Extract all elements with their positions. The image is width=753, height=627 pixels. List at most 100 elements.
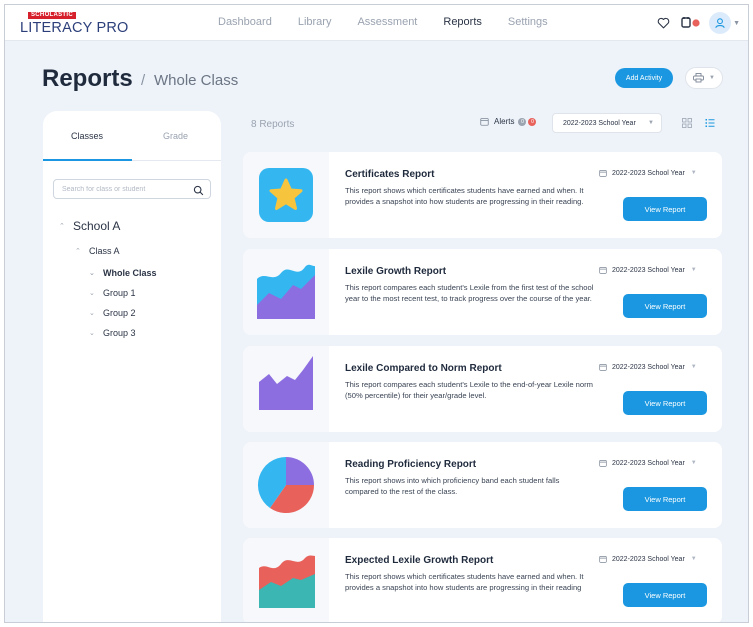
nav-settings[interactable]: Settings: [508, 16, 548, 28]
tree-item-label: Class A: [89, 246, 120, 256]
chevron-up-icon: ⌃: [59, 223, 65, 230]
print-button[interactable]: ▼: [685, 67, 723, 89]
tree-item-group-2[interactable]: ⌄ Group 2: [89, 308, 136, 318]
expected-growth-icon: [259, 555, 315, 608]
list-view-icon[interactable]: [701, 114, 719, 132]
grid-view-icon[interactable]: [678, 114, 696, 132]
sidebar-tabs: Classes Grade: [43, 111, 221, 161]
report-description: This report shows which certificates stu…: [345, 186, 584, 206]
heart-icon[interactable]: [653, 13, 673, 33]
tree-item-class[interactable]: ⌃ Class A: [75, 246, 120, 256]
page-title: Reports: [42, 65, 133, 92]
report-thumbnail: [243, 346, 329, 432]
tree-item-label: School A: [73, 219, 121, 233]
report-year-value: 2022-2023 School Year: [612, 555, 685, 563]
logo-text: LITERACY PRO: [20, 20, 129, 36]
report-year-value: 2022-2023 School Year: [612, 459, 685, 467]
tree-item-label: Whole Class: [103, 268, 157, 278]
alerts-label: Alerts: [494, 117, 515, 126]
tree-item-group-1[interactable]: ⌄ Group 1: [89, 288, 136, 298]
tree-item-label: Group 3: [103, 328, 136, 338]
logo[interactable]: SCHOLASTIC LITERACY PRO: [20, 12, 140, 38]
class-sidebar: Classes Grade ⌃ School A ⌃ Class A ⌄ Who…: [43, 111, 221, 622]
user-menu[interactable]: ▼: [709, 12, 740, 34]
report-card-expected-growth: Expected Lexile Growth Report This repor…: [243, 538, 722, 622]
tab-grade[interactable]: Grade: [163, 131, 188, 141]
add-activity-button[interactable]: Add Activity: [615, 68, 673, 88]
pie-chart-icon: [257, 456, 314, 514]
growth-chart-icon: [257, 264, 315, 319]
report-year-value: 2022-2023 School Year: [612, 266, 685, 274]
main-nav: Dashboard Library Assessment Reports Set…: [218, 16, 574, 28]
view-report-button[interactable]: View Report: [623, 583, 707, 607]
nav-assessment[interactable]: Assessment: [357, 16, 417, 28]
tree-item-label: Group 2: [103, 308, 136, 318]
report-card-certificates: Certificates Report This report shows wh…: [243, 152, 722, 238]
school-year-value: 2022-2023 School Year: [563, 120, 636, 127]
chevron-down-icon: ▼: [709, 75, 715, 81]
view-report-button[interactable]: View Report: [623, 294, 707, 318]
tree-item-group-3[interactable]: ⌄ Group 3: [89, 328, 136, 338]
calendar-icon: [599, 459, 607, 467]
printer-icon: [693, 73, 704, 83]
notification-icon[interactable]: [679, 13, 703, 33]
report-thumbnail: [243, 442, 329, 528]
report-year-select[interactable]: 2022-2023 School Year ▼: [599, 169, 697, 177]
class-search: [53, 179, 211, 199]
nav-library[interactable]: Library: [298, 16, 332, 28]
report-title: Lexile Compared to Norm Report: [345, 363, 502, 374]
view-report-button[interactable]: View Report: [623, 197, 707, 221]
chevron-down-icon: ⌄: [89, 270, 95, 277]
chevron-up-icon: ⌃: [75, 248, 81, 255]
tree-item-label: Group 1: [103, 288, 136, 298]
avatar[interactable]: [709, 12, 732, 34]
chevron-down-icon: ▼: [648, 120, 654, 126]
tree-item-school[interactable]: ⌃ School A: [59, 219, 120, 233]
calendar-icon: [599, 363, 607, 371]
calendar-icon: [599, 266, 607, 274]
breadcrumb-separator: /: [141, 72, 146, 89]
report-thumbnail: [243, 538, 329, 622]
report-card-lexile-growth: Lexile Growth Report This report compare…: [243, 249, 722, 335]
search-icon[interactable]: [193, 183, 204, 201]
area-chart-icon: [259, 356, 313, 410]
report-year-select[interactable]: 2022-2023 School Year ▼: [599, 459, 697, 467]
report-card-reading-proficiency: Reading Proficiency Report This report s…: [243, 442, 722, 528]
report-description: This report compares each student's Lexi…: [345, 380, 593, 400]
report-title: Reading Proficiency Report: [345, 459, 477, 470]
calendar-icon: [599, 555, 607, 563]
calendar-icon: [599, 169, 607, 177]
report-year-value: 2022-2023 School Year: [612, 169, 685, 177]
report-description: This report shows which certificates stu…: [345, 572, 584, 592]
nav-dashboard[interactable]: Dashboard: [218, 16, 272, 28]
chevron-down-icon: ▼: [690, 364, 697, 370]
chevron-down-icon: ⌄: [89, 290, 95, 297]
report-year-select[interactable]: 2022-2023 School Year ▼: [599, 555, 697, 563]
chevron-down-icon: ▼: [690, 170, 697, 176]
logo-badge: SCHOLASTIC: [28, 12, 76, 19]
alerts-filter[interactable]: Alerts 0 0: [480, 117, 537, 126]
tab-classes[interactable]: Classes: [71, 131, 103, 141]
app-frame: SCHOLASTIC LITERACY PRO Dashboard Librar…: [4, 4, 749, 623]
report-thumbnail: [243, 152, 329, 238]
chevron-down-icon: ▼: [733, 19, 740, 27]
chevron-down-icon: ▼: [690, 267, 697, 273]
view-report-button[interactable]: View Report: [623, 391, 707, 415]
alert-count-badge: 0: [528, 117, 537, 126]
report-title: Lexile Growth Report: [345, 266, 447, 277]
view-report-button[interactable]: View Report: [623, 487, 707, 511]
search-input[interactable]: [62, 183, 187, 195]
report-count: 8 Reports: [251, 119, 295, 130]
report-year-select[interactable]: 2022-2023 School Year ▼: [599, 363, 697, 371]
nav-reports[interactable]: Reports: [443, 16, 482, 28]
chevron-down-icon: ⌄: [89, 310, 95, 317]
top-nav-bar: SCHOLASTIC LITERACY PRO Dashboard Librar…: [5, 5, 748, 41]
report-description: This report compares each student's Lexi…: [345, 283, 594, 303]
report-title: Certificates Report: [345, 169, 435, 180]
school-year-select[interactable]: 2022-2023 School Year ▼: [552, 113, 662, 133]
report-title: Expected Lexile Growth Report: [345, 555, 494, 566]
tree-item-whole-class[interactable]: ⌄ Whole Class: [89, 268, 157, 278]
alert-count-badge: 0: [518, 117, 527, 126]
calendar-icon: [480, 118, 489, 126]
report-year-select[interactable]: 2022-2023 School Year ▼: [599, 266, 697, 274]
